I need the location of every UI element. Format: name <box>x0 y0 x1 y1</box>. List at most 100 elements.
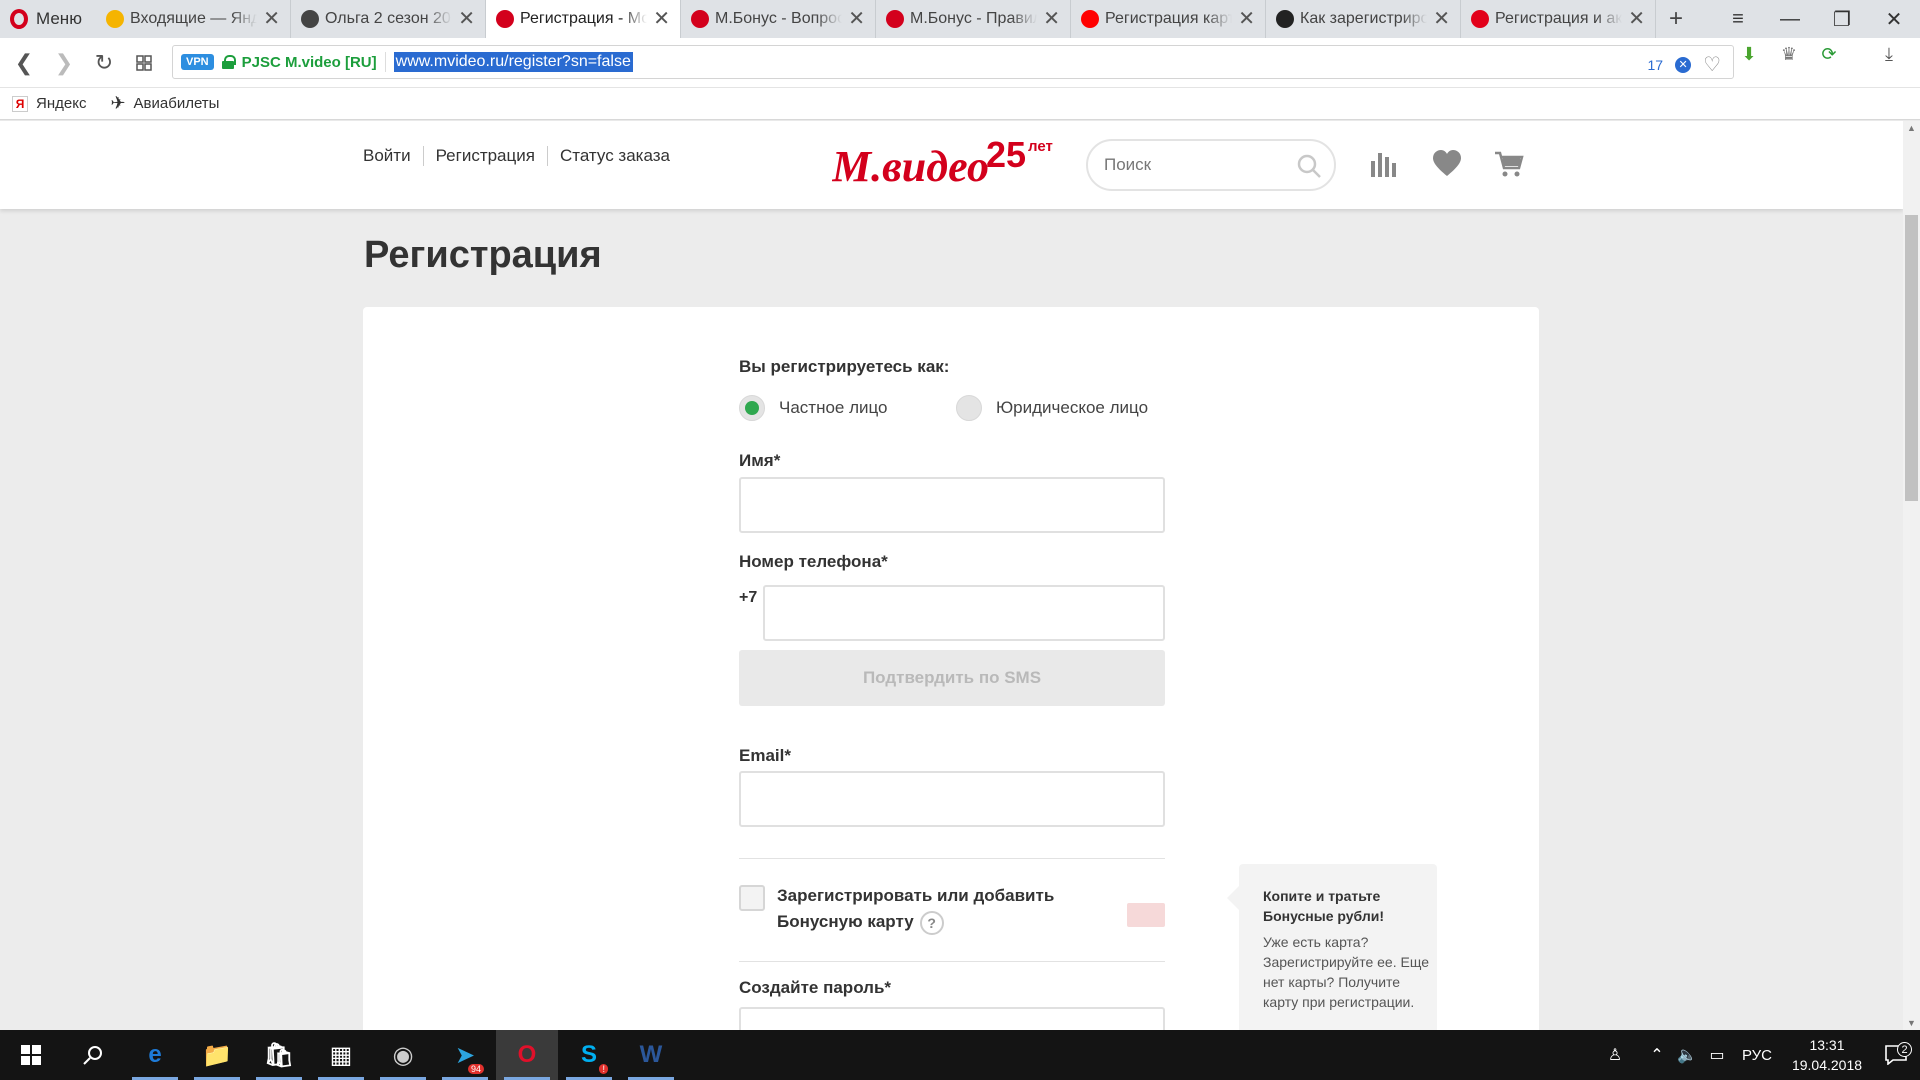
close-tab-icon[interactable]: ✕ <box>263 9 280 29</box>
download-extension-icon[interactable]: ⬇ <box>1738 43 1760 65</box>
volume-icon[interactable]: 🔈 <box>1672 1045 1702 1065</box>
close-tab-icon[interactable]: ✕ <box>848 9 865 29</box>
taskbar-app-telegram[interactable]: ➤ 94 <box>434 1030 496 1080</box>
search-icon <box>83 1046 102 1065</box>
blocked-ads-count[interactable]: 17 <box>1647 57 1663 73</box>
browser-tab[interactable]: Как зарегистрировать ✕ <box>1266 0 1461 38</box>
minimize-button[interactable]: — <box>1764 0 1816 38</box>
bookmark-yandex[interactable]: Я Яндекс <box>12 95 86 112</box>
register-link[interactable]: Регистрация <box>424 146 548 166</box>
close-tab-icon[interactable]: ✕ <box>1433 9 1450 29</box>
opera-logo-icon <box>10 9 28 29</box>
browser-tab[interactable]: Входящие — Яндекс.Почта ✕ <box>96 0 291 38</box>
help-question-icon[interactable]: ? <box>919 910 944 935</box>
reload-button[interactable]: ↻ <box>84 43 124 83</box>
tab-title: Входящие — Яндекс.Почта <box>130 10 257 27</box>
bookmark-avia[interactable]: ✈ Авиабилеты <box>110 93 219 114</box>
confirm-sms-button[interactable]: Подтвердить по SMS <box>739 650 1165 706</box>
divider <box>739 858 1165 859</box>
scroll-up-arrow[interactable]: ▲ <box>1903 121 1920 135</box>
action-center-button[interactable]: 2 <box>1872 1042 1920 1065</box>
tab-title: Как зарегистрировать <box>1300 10 1428 27</box>
taskbar-app-calculator[interactable]: ▦ <box>310 1030 372 1080</box>
taskbar-app-skype[interactable]: S! <box>558 1030 620 1080</box>
start-button[interactable] <box>0 1030 62 1080</box>
taskbar-app-word[interactable]: W <box>620 1030 682 1080</box>
scrollbar-thumb[interactable] <box>1905 215 1918 501</box>
arrow-icon <box>1471 10 1489 28</box>
search-input[interactable] <box>1104 155 1284 175</box>
close-tab-icon[interactable]: ✕ <box>1238 9 1255 29</box>
compare-icon[interactable] <box>1368 149 1398 179</box>
maximize-button[interactable]: ❐ <box>1816 0 1868 38</box>
crown-extension-icon[interactable]: ♛ <box>1778 43 1800 65</box>
back-button[interactable]: ❮ <box>4 43 44 83</box>
opera-menu-button[interactable]: Меню <box>0 0 96 38</box>
browser-tab[interactable]: Регистрация карты ✕ <box>1071 0 1266 38</box>
lock-icon[interactable] <box>221 55 236 69</box>
search-taskbar-button[interactable] <box>62 1030 124 1080</box>
bonus-card-label-text[interactable]: Зарегистрировать или добавить Бонусную к… <box>777 886 1054 931</box>
divider <box>739 961 1165 962</box>
radio-label[interactable]: Частное лицо <box>779 398 888 418</box>
tab-title: М.Бонус - Вопросы <box>715 10 842 27</box>
downloads-icon[interactable]: ⤓ <box>1878 43 1900 65</box>
cart-icon[interactable] <box>1494 149 1524 179</box>
green-extension-icon[interactable]: ⟳ <box>1818 43 1840 65</box>
close-tab-icon[interactable]: ✕ <box>653 9 670 29</box>
close-window-button[interactable]: ✕ <box>1868 0 1920 38</box>
windows-logo-icon <box>21 1045 41 1065</box>
browser-tab[interactable]: Регистрация - Москва ✕ <box>486 0 681 38</box>
show-hidden-icons[interactable]: ⌃ <box>1642 1045 1672 1065</box>
browser-tab[interactable]: М.Бонус - Вопросы ✕ <box>681 0 876 38</box>
speed-dial-button[interactable] <box>124 43 164 83</box>
email-field[interactable] <box>739 771 1165 827</box>
address-bar[interactable]: VPN PJSC M.video [RU] www.mvideo.ru/regi… <box>172 45 1734 79</box>
mvideo-icon <box>691 10 709 28</box>
taskbar-app-camera-app[interactable]: ◉ <box>372 1030 434 1080</box>
taskbar-app-edge[interactable]: e <box>124 1030 186 1080</box>
scroll-down-arrow[interactable]: ▼ <box>1903 1016 1920 1030</box>
adblock-icon[interactable]: ✕ <box>1675 56 1692 73</box>
site-search[interactable] <box>1086 139 1336 191</box>
tooltip-title: Копите и тратьте Бонусные рубли! <box>1263 888 1384 924</box>
name-field[interactable] <box>739 477 1165 533</box>
close-tab-icon[interactable]: ✕ <box>1043 9 1060 29</box>
taskbar-app-file-explorer[interactable]: 📁 <box>186 1030 248 1080</box>
forward-button[interactable]: ❯ <box>44 43 84 83</box>
new-tab-button[interactable]: + <box>1656 0 1696 38</box>
taskbar-app-store[interactable]: 🛍 <box>248 1030 310 1080</box>
mvideo-logo[interactable]: М.видео 25 лет <box>832 135 1058 193</box>
browser-tab[interactable]: Ольга 2 сезон 2017 ✕ <box>291 0 486 38</box>
url-text[interactable]: www.mvideo.ru/register?sn=false <box>393 52 633 72</box>
grid-icon <box>136 54 152 71</box>
login-link[interactable]: Войти <box>363 146 424 166</box>
phone-field[interactable] <box>763 585 1165 641</box>
search-icon[interactable] <box>1296 153 1322 179</box>
bonus-card-checkbox[interactable] <box>739 885 765 911</box>
taskbar-app-opera[interactable]: O <box>496 1030 558 1080</box>
radio-private-person[interactable]: Частное лицо <box>739 395 888 421</box>
tab-menu-icon[interactable]: ≡ <box>1712 0 1764 38</box>
people-icon[interactable]: ♙ <box>1600 1045 1630 1065</box>
browser-tab[interactable]: М.Бонус - Правила ✕ <box>876 0 1071 38</box>
site-identity[interactable]: PJSC M.video [RU] <box>242 54 377 71</box>
clock[interactable]: 13:31 19.04.2018 <box>1782 1035 1872 1075</box>
mvideo-icon <box>886 10 904 28</box>
favorites-heart-icon[interactable] <box>1432 149 1462 179</box>
bookmark-heart-icon[interactable]: ♡ <box>1703 52 1721 77</box>
order-status-link[interactable]: Статус заказа <box>548 146 682 166</box>
language-indicator[interactable]: РУС <box>1732 1047 1782 1064</box>
vpn-badge[interactable]: VPN <box>181 54 214 70</box>
password-field[interactable] <box>739 1007 1165 1030</box>
page-scrollbar[interactable]: ▲ ▼ <box>1903 121 1920 1030</box>
radio-legal-entity[interactable]: Юридическое лицо <box>956 395 1148 421</box>
network-icon[interactable]: ▭ <box>1702 1045 1732 1065</box>
close-tab-icon[interactable]: ✕ <box>1628 9 1645 29</box>
close-tab-icon[interactable]: ✕ <box>458 9 475 29</box>
radio-button[interactable] <box>956 395 982 421</box>
radio-button[interactable] <box>739 395 765 421</box>
bonus-card-label[interactable]: Зарегистрировать или добавить Бонусную к… <box>777 883 1077 935</box>
browser-tab[interactable]: Регистрация и активация ✕ <box>1461 0 1656 38</box>
radio-label[interactable]: Юридическое лицо <box>996 398 1148 418</box>
